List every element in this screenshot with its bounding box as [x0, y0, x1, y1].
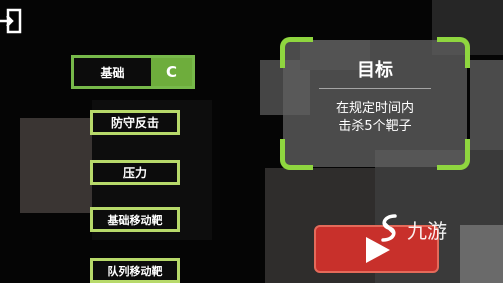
corner-bracket: [437, 139, 470, 170]
mode-label: 压力: [122, 166, 147, 180]
goal-line-1: 在规定时间内: [335, 101, 414, 116]
mode-label: 基础: [100, 65, 125, 80]
mode-button-pressure[interactable]: 压力: [90, 160, 180, 185]
jiuyou-logo-icon: [381, 214, 397, 242]
corner-bracket: [280, 139, 313, 170]
goal-title: 目标: [357, 60, 393, 81]
grade-badge: C: [151, 58, 192, 86]
goal-line-2: 击杀5个靶子: [338, 119, 412, 134]
watermark: 九游: [373, 212, 473, 246]
mode-label: 队列移动靶: [107, 264, 163, 278]
mode-label: 防守反击: [110, 116, 159, 130]
goal-divider: [319, 88, 431, 89]
mode-button-basic[interactable]: 基础 C: [71, 55, 195, 89]
mode-label: 基础移动靶: [107, 213, 163, 227]
goal-description: 在规定时间内 击杀5个靶子: [283, 100, 467, 136]
mode-button-queue-target[interactable]: 队列移动靶: [90, 258, 180, 283]
watermark-text: 九游: [407, 219, 447, 243]
mode-button-counter[interactable]: 防守反击: [90, 110, 180, 135]
exit-icon[interactable]: [0, 8, 22, 34]
mode-button-moving-target[interactable]: 基础移动靶: [90, 207, 180, 232]
bg-panel: [470, 60, 503, 150]
goal-card: 目标 在规定时间内 击杀5个靶子: [280, 37, 470, 170]
